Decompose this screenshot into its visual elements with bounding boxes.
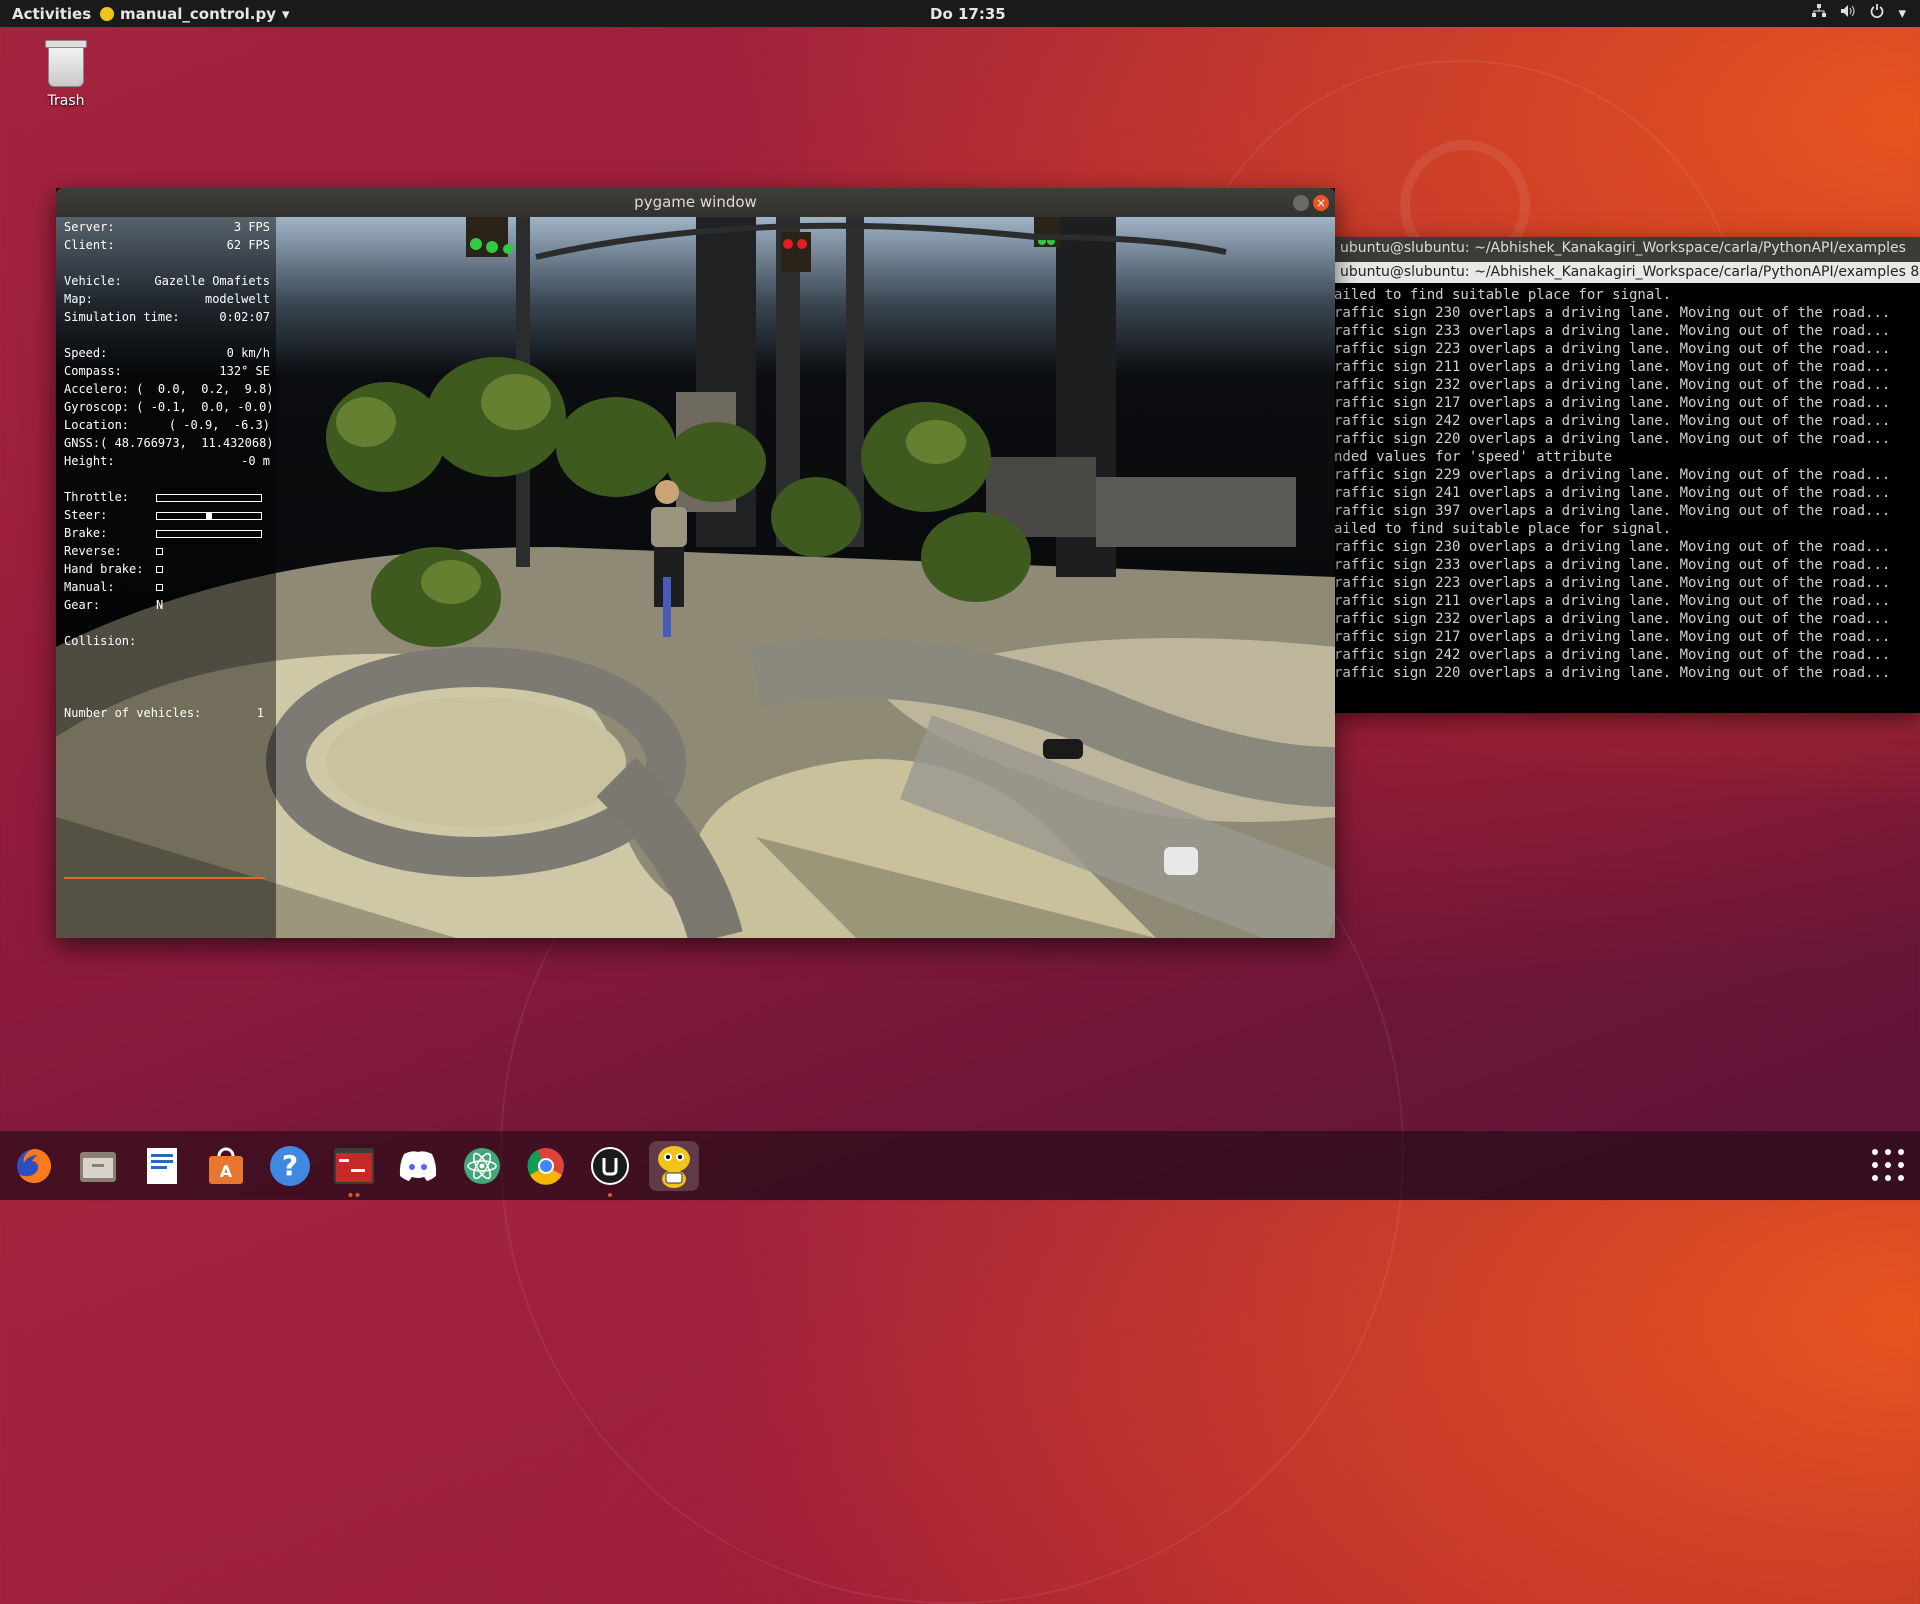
terminal-line: raffic sign 223 overlaps a driving lane.… (1334, 575, 1891, 591)
terminal-line: raffic sign 232 overlaps a driving lane.… (1334, 377, 1891, 393)
terminal-app-icon[interactable] (329, 1141, 379, 1197)
hud-server: Server: 3 FPS (64, 220, 270, 234)
hud-manual: Manual: (64, 580, 270, 596)
terminal-line: raffic sign 220 overlaps a driving lane.… (1334, 665, 1891, 681)
terminal-line: raffic sign 233 overlaps a driving lane.… (1334, 323, 1891, 339)
hud-brake: Brake: (64, 526, 270, 542)
terminal-line: raffic sign 230 overlaps a driving lane.… (1334, 539, 1891, 555)
help-icon[interactable]: ? (265, 1141, 315, 1191)
hud-accelero: Accelero: ( 0.0, 0.2, 9.8) (64, 382, 274, 396)
terminal-line: ailed to find suitable place for signal. (1334, 521, 1672, 537)
system-tray[interactable]: ▾ (1812, 4, 1906, 22)
terminal-line: raffic sign 230 overlaps a driving lane.… (1334, 305, 1891, 321)
hud-reverse: Reverse: (64, 544, 270, 560)
hud-gnss: GNSS:( 48.766973, 11.432068) (64, 436, 274, 450)
hud-steer: Steer: (64, 508, 270, 524)
manual-checkbox (156, 584, 163, 591)
hud-client: Client: 62 FPS (64, 238, 270, 252)
writer-icon[interactable] (137, 1141, 187, 1191)
firefox-icon[interactable] (9, 1141, 59, 1191)
brake-bar (156, 530, 262, 538)
hud-number-of-vehicles: Number of vehicles: 1 (64, 706, 264, 720)
app-menu[interactable]: manual_control.py ▾ (100, 5, 290, 23)
dock: A? (0, 1131, 1920, 1200)
svg-text:A: A (220, 1162, 233, 1181)
terminal-line: raffic sign 211 overlaps a driving lane.… (1334, 359, 1891, 375)
hud-hand-brake: Hand brake: (64, 562, 270, 578)
hud-location: Location:( -0.9, -6.3) (64, 418, 270, 432)
hud-simulation-time: Simulation time: 0:02:07 (64, 310, 270, 324)
terminal-line: raffic sign 220 overlaps a driving lane.… (1334, 431, 1891, 447)
trash-label: Trash (47, 93, 85, 109)
hud-panel: Server: 3 FPS Client: 62 FPS Vehicle: Gazel… (56, 217, 276, 938)
pygame-window[interactable]: pygame window × Server: 3 FPS Client: 62… (56, 188, 1335, 938)
app-menu-label: manual_control.py (120, 5, 276, 23)
hud-height: Height: -0 m (64, 454, 270, 468)
chrome-icon[interactable] (521, 1141, 571, 1191)
hud-throttle: Throttle: (64, 490, 270, 506)
show-applications-button[interactable] (1872, 1149, 1906, 1183)
terminal-line: ailed to find suitable place for signal. (1334, 287, 1672, 303)
terminal-window[interactable]: ubuntu@slubuntu: ~/Abhishek_Kanakagiri_W… (1334, 237, 1920, 713)
close-button[interactable]: × (1313, 195, 1329, 211)
hud-gear: Gear: N (64, 598, 164, 612)
terminal-line: raffic sign 217 overlaps a driving lane.… (1334, 629, 1891, 645)
hud-vehicle: Vehicle: Gazelle Omafiets (64, 274, 270, 288)
network-icon (1812, 4, 1827, 22)
chevron-down-icon: ▾ (1898, 4, 1906, 22)
terminal-tab[interactable]: ubuntu@slubuntu: ~/Abhishek_Kanakagiri_W… (1334, 262, 1920, 283)
terminal-line: raffic sign 242 overlaps a driving lane.… (1334, 413, 1891, 429)
help-glyph: ? (270, 1145, 310, 1186)
terminal-line: raffic sign 242 overlaps a driving lane.… (1334, 647, 1891, 663)
top-bar: Activities manual_control.py ▾ Do 17:35 … (0, 0, 1920, 27)
terminal-line: nded values for 'speed' attribute (1334, 449, 1613, 465)
minimize-button[interactable] (1293, 195, 1309, 211)
unreal-engine-icon[interactable] (585, 1141, 635, 1197)
pygame-app-icon (100, 7, 114, 21)
hud-gyroscop: Gyroscop: ( -0.1, 0.0, -0.0) (64, 400, 274, 414)
steer-bar (156, 512, 262, 520)
terminal-line: raffic sign 233 overlaps a driving lane.… (1334, 557, 1891, 573)
window-title: pygame window (634, 193, 757, 211)
pygame-icon[interactable] (649, 1140, 699, 1191)
throttle-bar (156, 494, 262, 502)
hud-map: Map: modelwelt (64, 292, 270, 306)
atom-icon[interactable] (457, 1141, 507, 1191)
terminal-line: raffic sign 217 overlaps a driving lane.… (1334, 395, 1891, 411)
running-indicator (608, 1192, 612, 1197)
terminal-line: raffic sign 232 overlaps a driving lane.… (1334, 611, 1891, 627)
hand-brake-checkbox (156, 566, 163, 573)
steer-indicator (206, 513, 212, 519)
terminal-line: raffic sign 223 overlaps a driving lane.… (1334, 341, 1891, 357)
trash-icon (45, 40, 87, 87)
software-center-icon[interactable]: A (201, 1141, 251, 1191)
hud-speed: Speed: 0 km/h (64, 346, 270, 360)
terminal-line: raffic sign 211 overlaps a driving lane.… (1334, 593, 1891, 609)
activities-button[interactable]: Activities (12, 5, 91, 23)
terminal-output[interactable]: ailed to find suitable place for signal.… (1334, 283, 1920, 713)
clock[interactable]: Do 17:35 (930, 5, 1006, 23)
running-indicator (348, 1192, 360, 1197)
pygame-titlebar[interactable]: pygame window × (56, 188, 1335, 217)
hud-compass: Compass: 132° SE (64, 364, 270, 378)
files-icon[interactable] (73, 1141, 123, 1191)
terminal-line: raffic sign 229 overlaps a driving lane.… (1334, 467, 1891, 483)
terminal-titlebar[interactable]: ubuntu@slubuntu: ~/Abhishek_Kanakagiri_W… (1334, 237, 1920, 262)
desktop-trash[interactable]: Trash (40, 40, 92, 109)
volume-icon (1840, 4, 1856, 22)
chevron-down-icon: ▾ (281, 5, 290, 23)
power-icon (1870, 4, 1884, 22)
collision-graph (64, 877, 265, 879)
reverse-checkbox (156, 548, 163, 555)
hud-collision: Collision: (64, 634, 137, 648)
terminal-line: raffic sign 397 overlaps a driving lane.… (1334, 503, 1891, 519)
discord-icon[interactable] (393, 1141, 443, 1191)
terminal-line: raffic sign 241 overlaps a driving lane.… (1334, 485, 1891, 501)
